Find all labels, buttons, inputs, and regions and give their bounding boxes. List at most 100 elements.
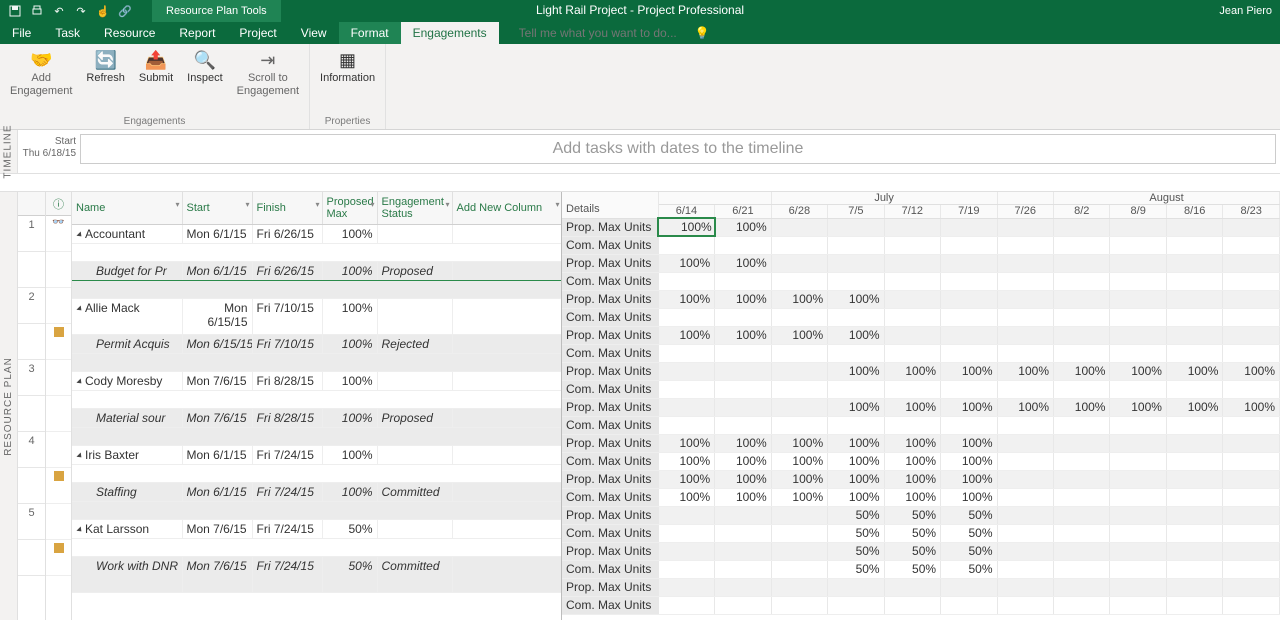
timephased-cell[interactable] — [828, 416, 884, 434]
timephased-cell[interactable] — [997, 326, 1053, 344]
expand-icon[interactable] — [76, 452, 83, 459]
timephased-cell[interactable]: 100% — [771, 290, 827, 308]
timephased-cell[interactable]: 100% — [941, 470, 997, 488]
timephased-cell[interactable] — [771, 578, 827, 596]
timephased-cell[interactable] — [1223, 416, 1280, 434]
date-header[interactable]: 6/21 — [715, 205, 771, 219]
timephased-cell[interactable] — [997, 524, 1053, 542]
timephased-cell[interactable] — [658, 416, 714, 434]
timephased-cell[interactable] — [1166, 416, 1222, 434]
timephased-cell[interactable] — [828, 596, 884, 614]
tab-file[interactable]: File — [0, 22, 43, 44]
timephased-cell[interactable] — [997, 254, 1053, 272]
timephased-cell[interactable] — [771, 416, 827, 434]
timephased-cell[interactable]: 100% — [715, 254, 771, 272]
timephased-cell[interactable] — [1223, 542, 1280, 560]
date-header[interactable]: 6/28 — [771, 205, 827, 219]
tab-view[interactable]: View — [289, 22, 339, 44]
timephased-grid[interactable]: DetailsJulyAugust 6/146/216/287/57/127/1… — [562, 192, 1280, 620]
timephased-cell[interactable] — [1054, 524, 1110, 542]
timephased-cell[interactable] — [715, 272, 771, 290]
timephased-cell[interactable] — [1110, 308, 1166, 326]
timephased-cell[interactable] — [1110, 344, 1166, 362]
expand-icon[interactable] — [76, 231, 83, 238]
timephased-cell[interactable] — [828, 380, 884, 398]
timephased-cell[interactable] — [1054, 506, 1110, 524]
timephased-cell[interactable] — [828, 344, 884, 362]
timephased-cell[interactable] — [658, 362, 714, 380]
timephased-row[interactable]: Prop. Max Units100%100%100%100%100%100%1… — [562, 362, 1280, 380]
timephased-cell[interactable] — [1054, 308, 1110, 326]
date-header[interactable]: 8/23 — [1223, 205, 1280, 219]
timephased-cell[interactable] — [1166, 470, 1222, 488]
timephased-cell[interactable] — [1054, 416, 1110, 434]
timephased-cell[interactable] — [828, 218, 884, 236]
timephased-cell[interactable]: 100% — [828, 488, 884, 506]
timephased-cell[interactable] — [715, 236, 771, 254]
timephased-cell[interactable]: 100% — [997, 362, 1053, 380]
timephased-cell[interactable] — [715, 506, 771, 524]
timephased-cell[interactable] — [1223, 560, 1280, 578]
date-header[interactable]: 8/16 — [1166, 205, 1222, 219]
timephased-cell[interactable]: 50% — [941, 542, 997, 560]
timephased-cell[interactable]: 100% — [771, 452, 827, 470]
timephased-cell[interactable] — [1110, 326, 1166, 344]
timephased-cell[interactable] — [771, 380, 827, 398]
col-engagement-status[interactable]: Engagement Status▾ — [377, 192, 452, 225]
timephased-cell[interactable] — [1110, 434, 1166, 452]
entry-table[interactable]: Name▾ Start▾ Finish▾ Proposed Max▾ Engag… — [72, 192, 562, 620]
timephased-cell[interactable]: 100% — [771, 434, 827, 452]
timephased-cell[interactable]: 50% — [884, 542, 940, 560]
timephased-row[interactable]: Prop. Max Units100%100%100%100% — [562, 326, 1280, 344]
timephased-row[interactable]: Prop. Max Units100%100%100%100%100%100% — [562, 470, 1280, 488]
timephased-cell[interactable] — [1223, 254, 1280, 272]
timephased-cell[interactable]: 100% — [658, 218, 714, 236]
tab-format[interactable]: Format — [339, 22, 401, 44]
timephased-cell[interactable] — [941, 308, 997, 326]
timephased-cell[interactable] — [1110, 290, 1166, 308]
timephased-cell[interactable] — [771, 218, 827, 236]
col-finish[interactable]: Finish▾ — [252, 192, 322, 225]
timephased-cell[interactable]: 100% — [715, 452, 771, 470]
timephased-cell[interactable] — [658, 272, 714, 290]
table-row[interactable]: Allie Mack Mon6/15/15 Fri 7/10/15 100% — [72, 299, 562, 335]
timephased-cell[interactable] — [1166, 380, 1222, 398]
timephased-cell[interactable]: 100% — [771, 470, 827, 488]
table-row[interactable]: Kat Larsson Mon 7/6/15 Fri 7/24/15 50% — [72, 520, 562, 539]
timephased-cell[interactable]: 50% — [828, 506, 884, 524]
timephased-cell[interactable]: 100% — [828, 470, 884, 488]
tab-engagements[interactable]: Engagements — [401, 22, 499, 44]
timephased-cell[interactable] — [1054, 470, 1110, 488]
timephased-cell[interactable]: 100% — [771, 488, 827, 506]
timephased-cell[interactable] — [941, 290, 997, 308]
timephased-cell[interactable] — [997, 380, 1053, 398]
entry-table-grid[interactable]: Name▾ Start▾ Finish▾ Proposed Max▾ Engag… — [72, 192, 562, 593]
timephased-cell[interactable] — [771, 308, 827, 326]
timephased-cell[interactable] — [1054, 344, 1110, 362]
tab-project[interactable]: Project — [227, 22, 288, 44]
timephased-row[interactable]: Com. Max Units — [562, 272, 1280, 290]
timephased-cell[interactable] — [1110, 380, 1166, 398]
timephased-cell[interactable] — [658, 236, 714, 254]
timephased-cell[interactable] — [884, 236, 940, 254]
col-proposed-max[interactable]: Proposed Max▾ — [322, 192, 377, 225]
timephased-row[interactable]: Com. Max Units50%50%50% — [562, 524, 1280, 542]
timephased-cell[interactable]: 100% — [658, 488, 714, 506]
timephased-cell[interactable] — [941, 254, 997, 272]
timephased-cell[interactable]: 50% — [828, 524, 884, 542]
timephased-cell[interactable] — [941, 578, 997, 596]
timephased-cell[interactable] — [1110, 272, 1166, 290]
timephased-cell[interactable] — [1223, 290, 1280, 308]
timephased-cell[interactable]: 50% — [941, 560, 997, 578]
timephased-cell[interactable] — [771, 254, 827, 272]
timephased-cell[interactable]: 100% — [715, 290, 771, 308]
timephased-cell[interactable]: 100% — [658, 434, 714, 452]
timephased-cell[interactable] — [1110, 560, 1166, 578]
expand-icon[interactable] — [76, 305, 83, 312]
timephased-cell[interactable]: 100% — [884, 452, 940, 470]
timephased-cell[interactable] — [1054, 290, 1110, 308]
timeline-drop-area[interactable]: Add tasks with dates to the timeline — [80, 134, 1276, 164]
timephased-cell[interactable]: 100% — [828, 362, 884, 380]
timephased-cell[interactable] — [1110, 254, 1166, 272]
timephased-cell[interactable]: 100% — [715, 218, 771, 236]
